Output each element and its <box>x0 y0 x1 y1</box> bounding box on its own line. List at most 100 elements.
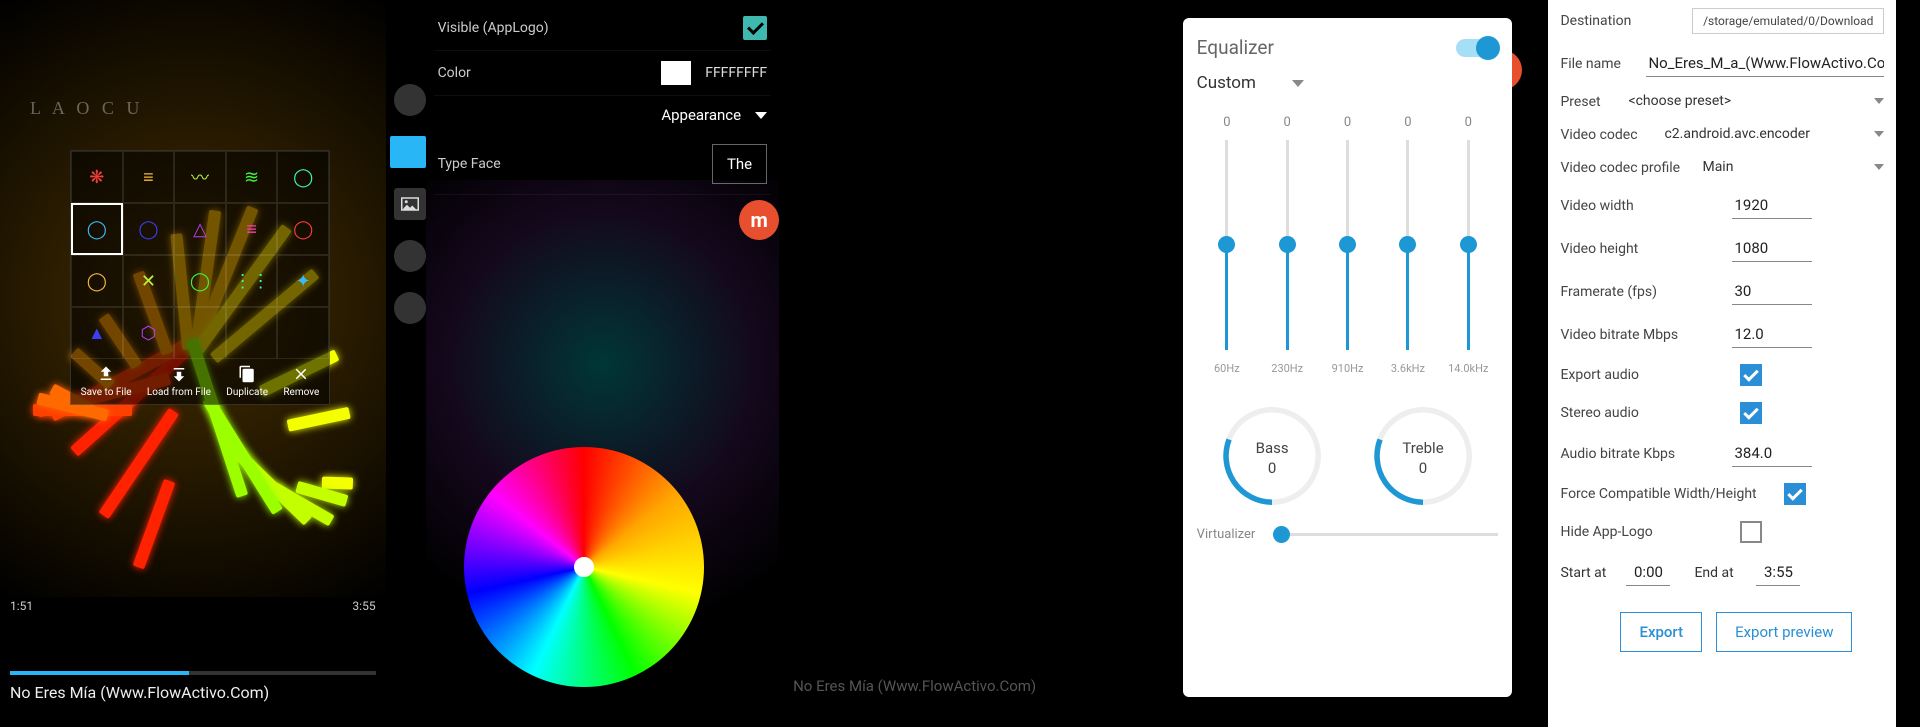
color-label: Color <box>438 65 471 81</box>
filename-field[interactable]: No_Eres_M_a_(Www.FlowActivo.Com)_expo <box>1646 50 1884 77</box>
band-value: 0 <box>1223 115 1230 130</box>
preset-thumb[interactable]: ⋮⋮ <box>226 255 278 307</box>
band-freq: 910Hz <box>1332 362 1364 375</box>
preset-thumb[interactable]: ◯ <box>174 255 226 307</box>
preset-thumb[interactable]: ✦ <box>277 255 329 307</box>
preset-thumb[interactable]: ◯ <box>71 255 123 307</box>
chevron-down-icon <box>1874 98 1884 104</box>
video-height-label: Video height <box>1560 241 1720 257</box>
progress-bar[interactable] <box>10 671 376 675</box>
codec-profile-select[interactable]: Main <box>1702 159 1884 176</box>
preset-popup: ❋≡〰≋◯◯◯△≡◯◯✕◯⋮⋮✦▲⬡ Save to File Load fro… <box>70 150 330 405</box>
force-compat-checkbox[interactable] <box>1784 483 1806 505</box>
preset-thumb[interactable]: ≡ <box>226 203 278 255</box>
time-current: 1:51 <box>10 599 33 613</box>
eq-band[interactable]: 0 910Hz <box>1325 115 1371 375</box>
preset-thumb[interactable]: △ <box>174 203 226 255</box>
equalizer-panel: m Equalizer Custom 060Hz0230Hz0910Hz03.6… <box>1173 0 1523 727</box>
end-at-field[interactable]: 3:55 <box>1756 559 1800 586</box>
typeface-label: Type Face <box>438 156 501 172</box>
bass-label: Bass <box>1217 439 1327 457</box>
remove-button[interactable]: Remove <box>283 365 319 398</box>
preset-value: <choose preset> <box>1628 93 1731 109</box>
equalizer-switch[interactable] <box>1456 39 1498 57</box>
duplicate-button[interactable]: Duplicate <box>226 365 268 398</box>
start-at-label: Start at <box>1560 565 1614 581</box>
appearance-section[interactable]: Appearance <box>434 96 772 134</box>
eq-band[interactable]: 0 60Hz <box>1204 115 1250 375</box>
start-at-field[interactable]: 0:00 <box>1626 559 1670 586</box>
color-swatch[interactable] <box>661 61 691 85</box>
side-tab-4[interactable] <box>394 292 426 324</box>
preset-thumb[interactable] <box>277 307 329 359</box>
preset-thumb[interactable]: 〰 <box>174 151 226 203</box>
audio-bitrate-field[interactable]: 384.0 <box>1732 440 1812 467</box>
preset-thumb[interactable]: ✕ <box>123 255 175 307</box>
preset-label: Preset <box>1560 94 1616 110</box>
band-value: 0 <box>1344 115 1351 130</box>
treble-value: 0 <box>1368 459 1478 477</box>
album-bg-text: L A O C U <box>30 98 143 119</box>
codec-profile-label: Video codec profile <box>1560 160 1690 176</box>
virtualizer-slider[interactable] <box>1273 533 1498 536</box>
video-width-field[interactable]: 1920 <box>1732 192 1812 219</box>
color-hex: FFFFFFFF <box>705 65 767 81</box>
video-codec-label: Video codec <box>1560 127 1652 143</box>
bass-value: 0 <box>1217 459 1327 477</box>
side-tab-active[interactable] <box>390 136 426 168</box>
band-value: 0 <box>1284 115 1291 130</box>
side-tab-1[interactable] <box>394 84 426 116</box>
treble-label: Treble <box>1368 439 1478 457</box>
player-bottom-bar: 1:51 3:55 No Eres Mía (Www.FlowActivo.Co… <box>0 627 386 727</box>
preset-thumb[interactable]: ◯ <box>123 203 175 255</box>
side-tab-image[interactable] <box>394 188 426 220</box>
typeface-select[interactable]: The <box>712 144 767 184</box>
band-freq: 60Hz <box>1214 362 1240 375</box>
preset-grid: ❋≡〰≋◯◯◯△≡◯◯✕◯⋮⋮✦▲⬡ <box>71 151 329 359</box>
video-bitrate-field[interactable]: 12.0 <box>1732 321 1812 348</box>
end-at-label: End at <box>1694 565 1744 581</box>
load-label: Load from File <box>147 387 211 398</box>
preset-thumb[interactable]: ◯ <box>277 203 329 255</box>
preset-thumb[interactable] <box>174 307 226 359</box>
preset-thumb[interactable]: ▲ <box>71 307 123 359</box>
video-height-field[interactable]: 1080 <box>1732 235 1812 262</box>
appearance-label: Appearance <box>661 106 741 124</box>
band-value: 0 <box>1404 115 1411 130</box>
destination-label: Destination <box>1560 13 1680 29</box>
treble-knob[interactable]: Treble 0 <box>1368 401 1478 511</box>
stereo-audio-checkbox[interactable] <box>1740 402 1762 424</box>
save-to-file-button[interactable]: Save to File <box>81 365 132 398</box>
preset-thumb[interactable]: ⬡ <box>123 307 175 359</box>
export-button[interactable]: Export <box>1620 612 1702 652</box>
video-codec-select[interactable]: c2.android.avc.encoder <box>1664 126 1884 143</box>
preset-select[interactable]: <choose preset> <box>1628 93 1884 110</box>
equalizer-preset-select[interactable]: Custom <box>1197 73 1499 93</box>
destination-field[interactable]: /storage/emulated/0/Download <box>1692 8 1884 34</box>
eq-band[interactable]: 0230Hz <box>1264 115 1310 375</box>
remove-label: Remove <box>283 387 319 398</box>
save-icon <box>97 365 115 383</box>
chevron-down-icon <box>1874 164 1884 170</box>
eq-band[interactable]: 014.0kHz <box>1445 115 1491 375</box>
side-tab-3[interactable] <box>394 240 426 272</box>
hide-logo-checkbox[interactable] <box>1740 521 1762 543</box>
export-audio-checkbox[interactable] <box>1740 364 1762 386</box>
bass-knob[interactable]: Bass 0 <box>1217 401 1327 511</box>
eq-band[interactable]: 03.6kHz <box>1385 115 1431 375</box>
preset-thumb[interactable]: ◯ <box>71 203 123 255</box>
preset-thumb[interactable]: ≋ <box>226 151 278 203</box>
visible-checkbox[interactable] <box>743 16 767 40</box>
framerate-field[interactable]: 30 <box>1732 278 1812 305</box>
preset-thumb[interactable]: ≡ <box>123 151 175 203</box>
preset-thumb[interactable]: ❋ <box>71 151 123 203</box>
save-label: Save to File <box>81 387 132 398</box>
preset-thumb[interactable]: ◯ <box>277 151 329 203</box>
duplicate-icon <box>238 365 256 383</box>
export-preview-button[interactable]: Export preview <box>1716 612 1852 652</box>
preset-thumb[interactable] <box>226 307 278 359</box>
chevron-down-icon <box>1874 131 1884 137</box>
load-from-file-button[interactable]: Load from File <box>147 365 211 398</box>
color-wheel[interactable] <box>464 447 704 687</box>
image-icon <box>401 197 419 211</box>
